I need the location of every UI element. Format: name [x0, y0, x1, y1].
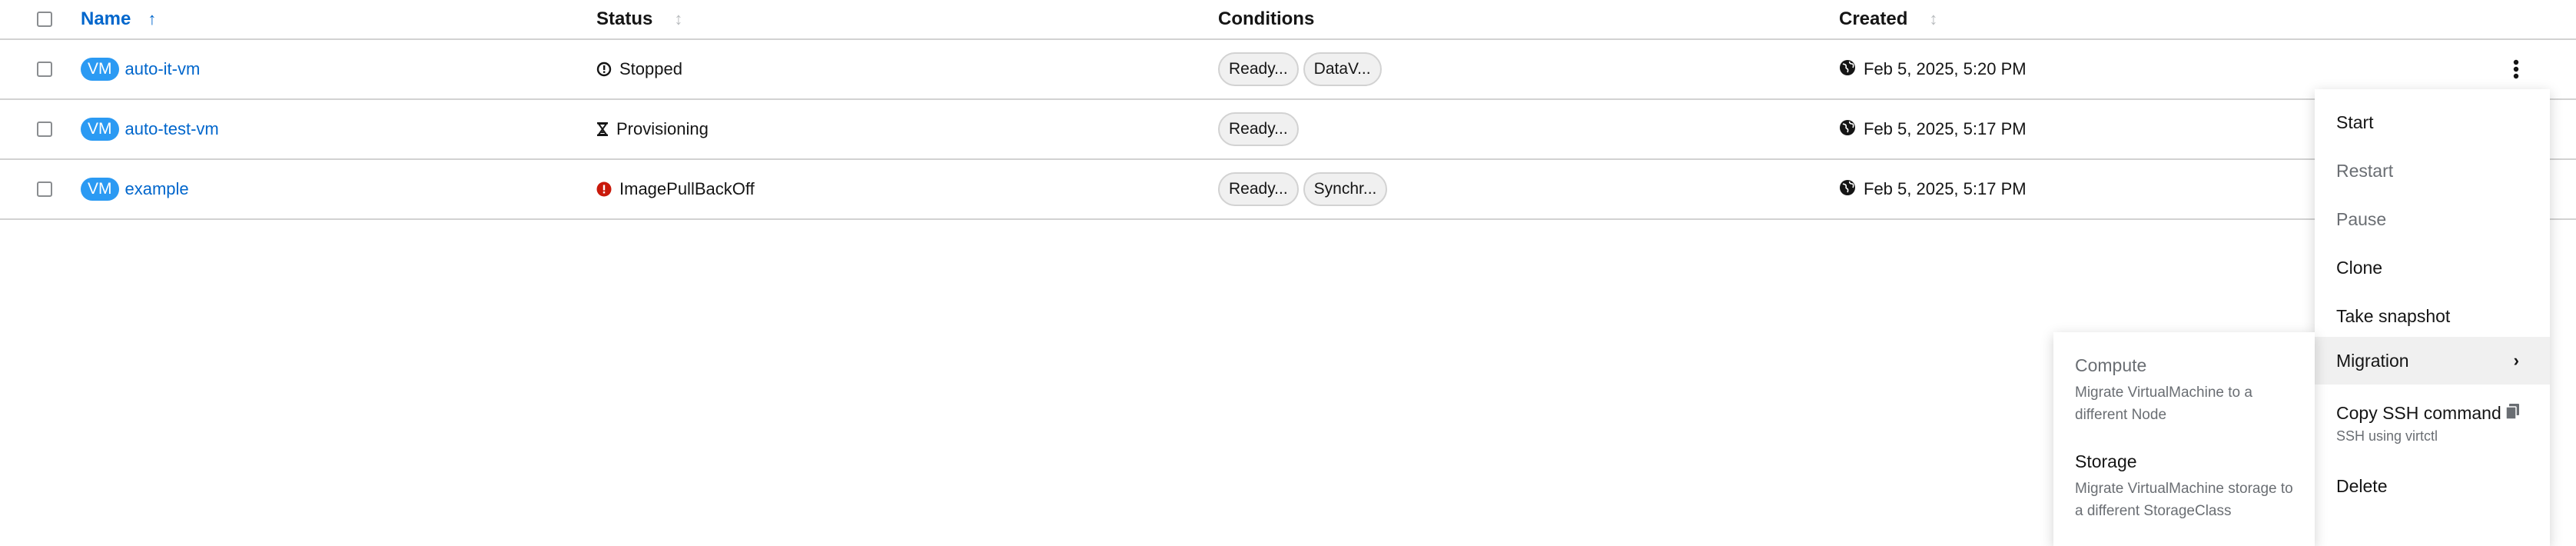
menu-item-copy-ssh-label: Copy SSH command [2336, 403, 2501, 423]
created-date: Feb 5, 2025, 5:17 PM [1864, 119, 2027, 138]
row-checkbox[interactable] [37, 122, 52, 137]
condition-chip[interactable]: Ready... [1218, 172, 1299, 206]
created-cell: Feb 5, 2025, 5:17 PM [1839, 100, 2027, 158]
actions-menu: Start Restart Pause Clone Take snapshot … [2315, 89, 2550, 546]
created-header-label[interactable]: Created [1839, 8, 1907, 30]
vm-name-cell: VM auto-test-vm [81, 100, 219, 158]
status-header-label[interactable]: Status [596, 8, 652, 30]
menu-item-pause[interactable]: Pause [2315, 209, 2550, 230]
error-icon [596, 181, 612, 197]
submenu-item-storage-description: Migrate VirtualMachine storage to a diff… [2075, 481, 2293, 519]
submenu-item-storage[interactable]: Storage [2075, 451, 2137, 472]
chevron-right-icon: › [2513, 351, 2519, 370]
conditions-header-label: Conditions [1218, 8, 1315, 29]
name-header[interactable]: Name ↑ [81, 0, 156, 38]
submenu-item-compute-description: Migrate VirtualMachine to a different No… [2075, 385, 2252, 423]
menu-item-take-snapshot[interactable]: Take snapshot [2315, 306, 2550, 327]
status-text: ImagePullBackOff [619, 179, 755, 198]
menu-item-copy-ssh-description: SSH using virtctl [2336, 428, 2438, 444]
migration-submenu: Compute Migrate VirtualMachine to a diff… [2053, 332, 2315, 546]
conditions-header: Conditions [1218, 0, 1314, 38]
menu-item-start[interactable]: Start [2315, 112, 2550, 133]
conditions-cell: Ready... Synchr... [1218, 160, 1392, 218]
menu-item-copy-ssh[interactable]: Copy SSH command SSH using virtctl [2315, 403, 2550, 444]
vm-table: Name ↑ Status ↕ Conditions Created ↕ VM … [0, 0, 2576, 220]
table-row: VM example ImagePullBackOff Ready... Syn… [0, 160, 2576, 220]
status-cell: ImagePullBackOff [596, 160, 755, 218]
globe-icon [1839, 59, 1856, 80]
status-cell: Stopped [596, 40, 682, 98]
select-all-checkbox[interactable] [37, 12, 52, 27]
menu-item-migration-label: Migration [2336, 350, 2409, 371]
table-header: Name ↑ Status ↕ Conditions Created ↕ [0, 0, 2576, 40]
created-header[interactable]: Created ↕ [1839, 0, 1937, 38]
status-header[interactable]: Status ↕ [596, 0, 682, 38]
conditions-cell: Ready... [1218, 100, 1303, 158]
row-checkbox[interactable] [37, 181, 52, 197]
menu-item-clone[interactable]: Clone [2315, 258, 2550, 278]
vm-name-cell: VM example [81, 160, 189, 218]
stopped-icon [596, 62, 612, 77]
condition-chip[interactable]: Synchr... [1303, 172, 1388, 206]
menu-item-delete[interactable]: Delete [2315, 476, 2550, 497]
copy-icon [2505, 403, 2520, 424]
hourglass-icon [596, 122, 609, 137]
globe-icon [1839, 179, 1856, 200]
submenu-item-compute[interactable]: Compute [2075, 355, 2146, 376]
vm-badge: VM [81, 118, 119, 141]
created-cell: Feb 5, 2025, 5:17 PM [1839, 160, 2027, 218]
select-all-cell [37, 0, 52, 38]
name-header-label[interactable]: Name [81, 8, 131, 30]
menu-item-migration[interactable]: Migration › [2315, 337, 2550, 385]
status-text: Stopped [619, 59, 682, 78]
kebab-icon[interactable] [2513, 59, 2519, 79]
condition-chip[interactable]: Ready... [1218, 52, 1299, 86]
created-cell: Feb 5, 2025, 5:20 PM [1839, 40, 2027, 98]
menu-item-restart[interactable]: Restart [2315, 161, 2550, 181]
sort-icon[interactable]: ↕ [674, 9, 682, 29]
vm-name-link[interactable]: auto-test-vm [125, 119, 219, 139]
conditions-cell: Ready... DataV... [1218, 40, 1386, 98]
created-date: Feb 5, 2025, 5:17 PM [1864, 179, 2027, 198]
status-text: Provisioning [616, 119, 709, 138]
vm-badge: VM [81, 58, 119, 81]
vm-name-link[interactable]: example [125, 179, 189, 199]
table-row: VM auto-it-vm Stopped Ready... DataV... … [0, 40, 2576, 100]
table-row: VM auto-test-vm Provisioning Ready... Fe… [0, 100, 2576, 160]
condition-chip[interactable]: Ready... [1218, 112, 1299, 146]
globe-icon [1839, 119, 1856, 140]
sort-ascending-icon[interactable]: ↑ [148, 9, 156, 29]
vm-name-link[interactable]: auto-it-vm [125, 59, 201, 79]
vm-badge: VM [81, 178, 119, 201]
status-cell: Provisioning [596, 100, 709, 158]
created-date: Feb 5, 2025, 5:20 PM [1864, 59, 2027, 78]
sort-icon[interactable]: ↕ [1929, 9, 1937, 29]
row-checkbox[interactable] [37, 62, 52, 77]
vm-name-cell: VM auto-it-vm [81, 40, 200, 98]
condition-chip[interactable]: DataV... [1303, 52, 1382, 86]
